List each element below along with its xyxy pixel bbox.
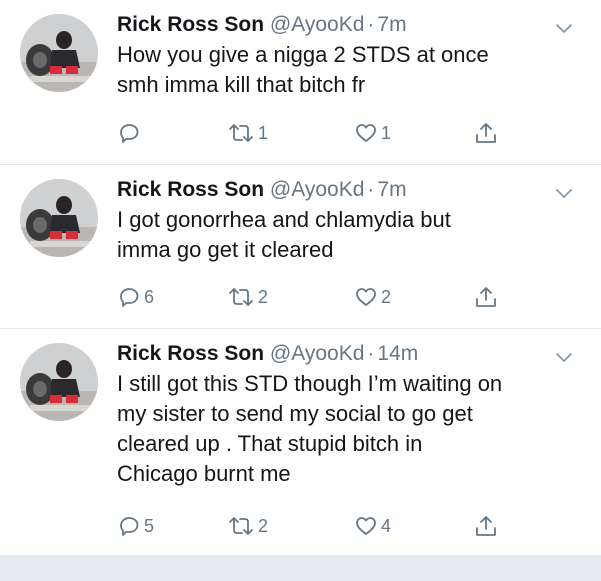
tweet-header: Rick Ross Son @AyooKd · 7m	[117, 177, 407, 203]
retweet-count: 1	[258, 123, 269, 143]
share-icon	[476, 287, 496, 307]
retweet-icon	[229, 288, 253, 306]
share-icon	[476, 516, 496, 536]
chevron-down-icon[interactable]	[555, 22, 573, 34]
separator-dot: ·	[367, 178, 375, 201]
share-button[interactable]	[474, 118, 498, 148]
like-count: 1	[381, 123, 392, 143]
user-handle[interactable]: @AyooKd	[270, 178, 365, 201]
like-button[interactable]: 1	[354, 118, 391, 148]
user-handle[interactable]: @AyooKd	[270, 342, 365, 365]
retweet-button[interactable]: 2	[227, 282, 268, 312]
reply-icon	[120, 288, 139, 307]
timestamp[interactable]: 14m	[377, 342, 418, 365]
reply-button[interactable]: 6	[117, 282, 154, 312]
reply-icon	[120, 124, 139, 143]
heart-icon	[356, 124, 376, 142]
share-icon	[476, 123, 496, 143]
like-count: 2	[381, 287, 392, 307]
like-count: 4	[381, 516, 392, 536]
tweet-header: Rick Ross Son @AyooKd · 7m	[117, 12, 407, 38]
like-button[interactable]: 4	[354, 511, 391, 541]
timestamp[interactable]: 7m	[377, 13, 406, 36]
tweet-text: I still got this STD though I’m waiting …	[117, 371, 503, 486]
avatar[interactable]	[20, 343, 98, 421]
tweet-header: Rick Ross Son @AyooKd · 14m	[117, 341, 418, 367]
reply-icon	[120, 517, 139, 536]
reply-count: 5	[144, 516, 155, 536]
timeline-footer	[0, 555, 601, 581]
share-button[interactable]	[474, 282, 498, 312]
avatar[interactable]	[20, 14, 98, 92]
display-name[interactable]: Rick Ross Son	[117, 178, 264, 201]
heart-icon	[356, 517, 376, 535]
tweet-actions: 5 2 4	[117, 511, 517, 541]
tweet[interactable]: Rick Ross Son @AyooKd · 14m I still got th…	[0, 329, 601, 555]
tweet-text: I got gonorrhea and chlamydia but imma g…	[117, 207, 451, 262]
chevron-down-icon[interactable]	[555, 187, 573, 199]
reply-button[interactable]	[117, 118, 144, 148]
retweet-icon	[229, 124, 253, 142]
like-button[interactable]: 2	[354, 282, 391, 312]
timeline: Rick Ross Son @AyooKd · 7m How you give a …	[0, 0, 601, 581]
retweet-count: 2	[258, 516, 269, 536]
chevron-down-icon[interactable]	[555, 351, 573, 363]
tweet[interactable]: Rick Ross Son @AyooKd · 7m I got gonorrhea…	[0, 165, 601, 329]
heart-icon	[356, 288, 376, 306]
display-name[interactable]: Rick Ross Son	[117, 342, 264, 365]
retweet-button[interactable]: 1	[227, 118, 268, 148]
user-handle[interactable]: @AyooKd	[270, 13, 365, 36]
timestamp[interactable]: 7m	[377, 178, 406, 201]
display-name[interactable]: Rick Ross Son	[117, 13, 264, 36]
tweet-actions: 1 1	[117, 118, 517, 148]
separator-dot: ·	[367, 342, 375, 365]
tweet[interactable]: Rick Ross Son @AyooKd · 7m How you give a …	[0, 0, 601, 165]
tweet-actions: 6 2 2	[117, 282, 517, 312]
retweet-icon	[229, 517, 253, 535]
share-button[interactable]	[474, 511, 498, 541]
tweet-text: How you give a nigga 2 STDS at once smh …	[117, 42, 489, 97]
reply-count: 6	[144, 287, 155, 307]
separator-dot: ·	[367, 13, 375, 36]
avatar[interactable]	[20, 179, 98, 257]
retweet-count: 2	[258, 287, 269, 307]
reply-button[interactable]: 5	[117, 511, 154, 541]
retweet-button[interactable]: 2	[227, 511, 268, 541]
